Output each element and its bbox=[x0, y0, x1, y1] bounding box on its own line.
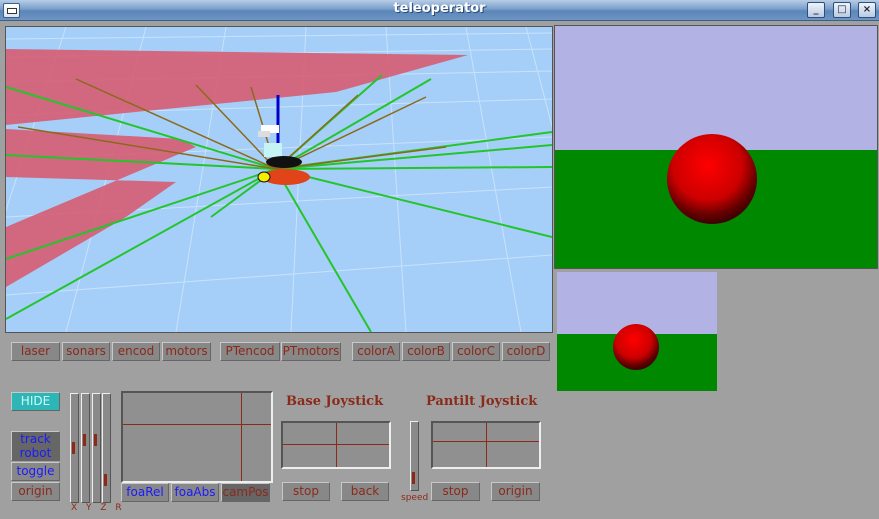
minimize-button[interactable]: _ bbox=[807, 2, 825, 18]
camera-view-small bbox=[557, 272, 717, 391]
camera-view-main bbox=[554, 25, 878, 269]
close-button[interactable]: × bbox=[858, 2, 876, 18]
red-ball bbox=[667, 134, 757, 224]
red-ball-small bbox=[613, 324, 659, 370]
pantilt-joystick-pad[interactable] bbox=[431, 421, 541, 469]
track-robot-button[interactable]: track robot bbox=[11, 431, 60, 461]
world-3d-view[interactable] bbox=[5, 26, 553, 333]
encod-toggle[interactable]: encod bbox=[112, 342, 160, 361]
speed-label: speed bbox=[401, 493, 429, 503]
foaabs-button[interactable]: foaAbs bbox=[171, 483, 219, 502]
xyzr-labels: X Y Z R bbox=[71, 503, 125, 513]
hide-button[interactable]: HIDE bbox=[11, 392, 60, 411]
maximize-button[interactable]: □ bbox=[833, 2, 851, 18]
foa-pad-v-line bbox=[241, 393, 242, 481]
foa-pad[interactable] bbox=[121, 391, 273, 483]
base-stop-button[interactable]: stop bbox=[282, 482, 330, 501]
toggle-button[interactable]: toggle bbox=[11, 462, 60, 481]
colorc-toggle[interactable]: colorC bbox=[452, 342, 500, 361]
z-slider[interactable] bbox=[92, 393, 101, 503]
colorb-toggle[interactable]: colorB bbox=[402, 342, 450, 361]
base-joystick-title: Base Joystick bbox=[286, 394, 384, 409]
x-slider[interactable] bbox=[70, 393, 79, 503]
r-slider[interactable] bbox=[102, 393, 111, 503]
base-joystick-pad[interactable] bbox=[281, 421, 391, 469]
y-slider[interactable] bbox=[81, 393, 90, 503]
pantilt-origin-button[interactable]: origin bbox=[491, 482, 540, 501]
pantilt-joystick-v-line bbox=[486, 423, 487, 467]
pantilt-stop-button[interactable]: stop bbox=[431, 482, 480, 501]
pantilt-joystick-title: Pantilt Joystick bbox=[426, 394, 538, 409]
base-joystick-v-line bbox=[336, 423, 337, 467]
window-title: teleoperator bbox=[393, 1, 486, 16]
ptmotors-toggle[interactable]: PTmotors bbox=[281, 342, 341, 361]
laser-toggle[interactable]: laser bbox=[11, 342, 60, 361]
base-back-button[interactable]: back bbox=[341, 482, 389, 501]
motors-toggle[interactable]: motors bbox=[162, 342, 211, 361]
foa-pad-h-line bbox=[123, 424, 271, 425]
sonars-toggle[interactable]: sonars bbox=[62, 342, 110, 361]
ptencod-toggle[interactable]: PTencod bbox=[220, 342, 280, 361]
speed-slider[interactable] bbox=[410, 421, 419, 491]
title-bar: teleoperator _ □ × bbox=[0, 0, 879, 21]
campos-button[interactable]: camPos bbox=[221, 483, 270, 502]
foarel-button[interactable]: foaRel bbox=[121, 483, 169, 502]
origin-button[interactable]: origin bbox=[11, 482, 60, 501]
colord-toggle[interactable]: colorD bbox=[502, 342, 550, 361]
colora-toggle[interactable]: colorA bbox=[352, 342, 400, 361]
